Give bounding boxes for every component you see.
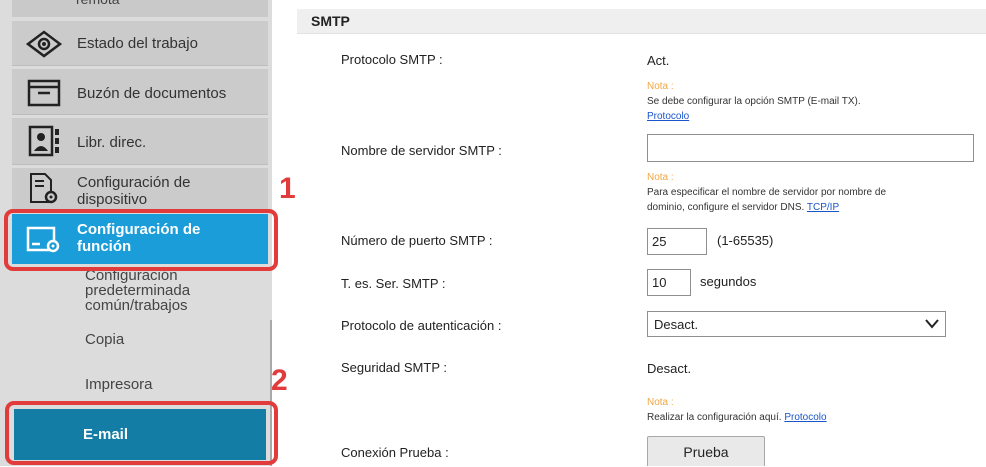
smtp-timeout-input[interactable]: 10	[647, 269, 691, 296]
sidebar-subitem-label: Copia	[85, 331, 125, 348]
sidebar-item-remote[interactable]: remota	[12, 0, 268, 17]
sidebar-item-device-settings[interactable]: Configuración de dispositivo	[12, 168, 268, 212]
note-text: Para especificar el nombre de servidor p…	[647, 187, 887, 198]
connection-test-label: Conexión Prueba :	[341, 445, 449, 460]
smtp-port-label: Número de puerto SMTP :	[341, 233, 493, 248]
smtp-protocol-label: Protocolo SMTP :	[341, 52, 443, 67]
note-security: Nota : Realizar la configuración aquí. P…	[647, 395, 827, 425]
note-smtp-config: Nota : Se debe configurar la opción SMTP…	[647, 79, 861, 124]
sidebar-subitem-common-defaults[interactable]: Configuración predeterminada común/traba…	[12, 266, 268, 316]
eye-icon	[26, 27, 62, 61]
callout-box-2	[5, 401, 278, 465]
callout-box-1	[4, 209, 278, 271]
note-dns: Nota : Para especificar el nombre de ser…	[647, 170, 886, 215]
smtp-protocol-value: Act.	[647, 53, 670, 68]
sidebar-item-document-box[interactable]: Buzón de documentos	[12, 69, 268, 115]
sidebar-item-label: Estado del trabajo	[77, 35, 198, 52]
section-title: SMTP	[311, 13, 350, 29]
note-text: Se debe configurar la opción SMTP (E-mai…	[647, 96, 861, 107]
smtp-server-name-label: Nombre de servidor SMTP :	[341, 143, 502, 158]
sidebar-item-label: Configuración de dispositivo	[77, 174, 191, 208]
note-title: Nota :	[647, 397, 674, 408]
callout-number-1: 1	[279, 172, 296, 205]
smtp-timeout-label: T. es. Ser. SMTP :	[341, 276, 446, 291]
sidebar-item-label: Buzón de documentos	[77, 85, 227, 102]
chevron-down-icon	[925, 319, 939, 329]
tcpip-link[interactable]: TCP/IP	[807, 202, 839, 213]
sidebar-item-address-book[interactable]: Libr. direc.	[12, 118, 268, 165]
device-settings-icon	[26, 172, 62, 206]
sidebar-subitem-label: Configuración predeterminada común/traba…	[85, 267, 191, 314]
auth-protocol-label: Protocolo de autenticación :	[341, 318, 502, 333]
test-button[interactable]: Prueba	[647, 436, 765, 466]
smtp-port-range: (1-65535)	[717, 233, 774, 248]
auth-protocol-selected: Desact.	[654, 317, 699, 332]
note-text: Realizar la configuración aquí.	[647, 412, 782, 423]
sidebar-subitem-copy[interactable]: Copia	[12, 320, 268, 364]
protocol-link[interactable]: Protocolo	[784, 412, 826, 423]
smtp-security-label: Seguridad SMTP :	[341, 360, 447, 375]
sidebar-item-job-status[interactable]: Estado del trabajo	[12, 21, 268, 66]
sidebar-subitem-label: Impresora	[85, 376, 153, 393]
section-header: SMTP	[297, 9, 986, 34]
main-panel: SMTP Protocolo SMTP : Act. Nota : Se deb…	[297, 0, 986, 466]
auth-protocol-select[interactable]: Desact.	[647, 311, 946, 337]
smtp-port-input[interactable]: 25	[647, 228, 707, 255]
sidebar-item-label: Libr. direc.	[77, 134, 147, 151]
address-book-icon	[26, 124, 62, 158]
note-title: Nota :	[647, 172, 674, 183]
folder-icon	[26, 75, 62, 109]
note-title: Nota :	[647, 81, 674, 92]
smtp-security-value: Desact.	[647, 361, 692, 376]
note-text: dominio, configure el servidor DNS.	[647, 202, 805, 213]
callout-number-2: 2	[271, 364, 288, 397]
protocol-link[interactable]: Protocolo	[647, 111, 689, 122]
sidebar-item-label: remota	[76, 0, 120, 7]
smtp-timeout-unit: segundos	[700, 274, 757, 289]
smtp-server-name-input[interactable]	[647, 134, 974, 162]
